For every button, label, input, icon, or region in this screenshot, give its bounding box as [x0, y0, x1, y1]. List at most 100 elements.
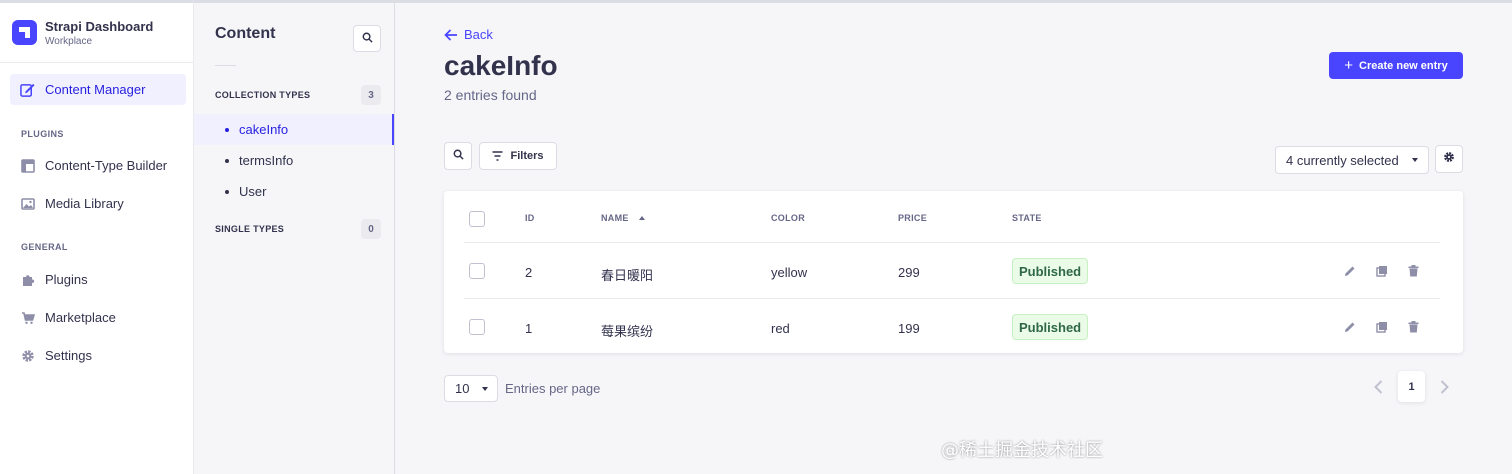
general-section-label: GENERAL: [21, 242, 68, 252]
filters-button[interactable]: Filters: [479, 142, 557, 170]
row-divider: [464, 298, 1440, 299]
chevron-left-icon: [1373, 380, 1382, 394]
subnav-search-button[interactable]: [353, 25, 381, 52]
single-types-count: 0: [361, 219, 381, 239]
page-size-select[interactable]: 10: [444, 375, 498, 402]
select-all-checkbox[interactable]: [469, 211, 485, 227]
nav-item-label: Settings: [45, 348, 92, 363]
subnav-item-termsinfo[interactable]: termsInfo: [194, 145, 394, 176]
page-number-current[interactable]: 1: [1398, 371, 1425, 402]
columns-select[interactable]: 4 currently selected: [1275, 146, 1429, 174]
column-header-color[interactable]: COLOR: [771, 213, 805, 223]
plugins-section-label: PLUGINS: [21, 129, 64, 139]
previous-page-button[interactable]: [1370, 379, 1386, 395]
nav-item-label: Content Manager: [45, 82, 146, 97]
nav-item-marketplace[interactable]: Marketplace: [10, 302, 186, 333]
bullet-icon: [225, 189, 229, 194]
entries-table: ID NAME COLOR PRICE STATE 2 春日暖阳 yellow …: [444, 191, 1463, 353]
entries-count: 2 entries found: [444, 87, 537, 103]
nav-item-content-manager[interactable]: Content Manager: [10, 74, 186, 105]
puzzle-icon: [20, 272, 35, 287]
subnav-divider: [215, 65, 236, 66]
chevron-right-icon: [1440, 380, 1449, 394]
nav-item-settings[interactable]: Settings: [10, 340, 186, 371]
row-checkbox[interactable]: [469, 319, 485, 335]
subnav-item-user[interactable]: User: [194, 176, 394, 207]
nav-item-label: Media Library: [45, 196, 124, 211]
single-types-header[interactable]: SINGLE TYPES 0: [215, 219, 381, 239]
page-size-value: 10: [455, 381, 470, 396]
nav-item-content-type-builder[interactable]: Content-Type Builder: [10, 150, 186, 181]
plus-icon: +: [1344, 57, 1354, 74]
column-header-price[interactable]: PRICE: [898, 213, 927, 223]
row-checkbox[interactable]: [469, 263, 485, 279]
next-page-button[interactable]: [1436, 379, 1452, 395]
cell-price: 299: [898, 265, 920, 280]
brand-subtitle: Workplace: [45, 35, 93, 47]
nav-item-plugins[interactable]: Plugins: [10, 264, 186, 295]
main-navigation: Strapi Dashboard Workplace Content Manag…: [0, 0, 194, 474]
list-settings-button[interactable]: [1435, 145, 1463, 173]
nav-item-label: Plugins: [45, 272, 88, 287]
search-icon: [362, 30, 373, 48]
gear-icon: [20, 348, 35, 363]
cell-name: 春日暖阳: [601, 268, 654, 283]
nav-item-media-library[interactable]: Media Library: [10, 188, 186, 219]
subnav-item-label: User: [239, 184, 267, 199]
arrow-left-icon: [444, 28, 457, 41]
single-types-label: SINGLE TYPES: [215, 224, 285, 234]
subnav-item-label: termsInfo: [239, 153, 294, 168]
cell-color: yellow: [771, 265, 808, 280]
filters-label: Filters: [510, 150, 544, 162]
cell-id: 2: [525, 265, 533, 280]
edit-icon[interactable]: [1343, 264, 1357, 278]
content-subnav: Content COLLECTION TYPES 3 cakeInfo term…: [194, 0, 395, 474]
back-label: Back: [464, 27, 493, 42]
brand-title: Strapi Dashboard: [45, 18, 154, 34]
collection-types-count: 3: [361, 85, 381, 105]
cell-price: 199: [898, 321, 920, 336]
strapi-logo-icon: [12, 20, 37, 45]
back-link[interactable]: Back: [444, 27, 493, 42]
layout-icon: [20, 158, 35, 173]
status-badge: Published: [1012, 258, 1089, 284]
subnav-item-label: cakeInfo: [239, 122, 289, 137]
column-header-id[interactable]: ID: [525, 213, 535, 223]
nav-item-label: Content-Type Builder: [45, 158, 168, 173]
row-divider: [464, 242, 1440, 243]
columns-select-value: 4 currently selected: [1286, 152, 1399, 168]
duplicate-icon[interactable]: [1375, 320, 1389, 334]
page-title: cakeInfo: [444, 50, 558, 81]
pencil-square-icon: [20, 82, 35, 97]
column-header-state[interactable]: STATE: [1012, 213, 1042, 223]
sort-asc-icon: [638, 216, 645, 220]
edit-icon[interactable]: [1343, 320, 1357, 334]
nav-item-label: Marketplace: [45, 310, 116, 325]
caret-down-icon: [1412, 158, 1418, 162]
create-new-entry-button[interactable]: + Create new entry: [1329, 52, 1463, 79]
collection-types-label: COLLECTION TYPES: [215, 90, 311, 100]
cell-color: red: [771, 321, 790, 336]
bullet-icon: [225, 127, 229, 132]
create-button-label: Create new entry: [1359, 59, 1448, 72]
brand-header: Strapi Dashboard Workplace: [0, 3, 193, 63]
caret-down-icon: [482, 387, 488, 391]
duplicate-icon[interactable]: [1375, 264, 1389, 278]
subnav-title: Content: [215, 25, 276, 42]
cell-name: 莓果缤纷: [601, 324, 654, 339]
table-search-button[interactable]: [444, 142, 472, 170]
page-size-label: Entries per page: [505, 381, 601, 396]
cell-id: 1: [525, 321, 533, 336]
gear-icon: [1443, 150, 1455, 168]
status-badge: Published: [1012, 314, 1089, 340]
collection-types-header[interactable]: COLLECTION TYPES 3: [215, 85, 381, 105]
subnav-item-cakeinfo[interactable]: cakeInfo: [194, 114, 394, 145]
main-content: Back cakeInfo 2 entries found + Create n…: [395, 0, 1512, 474]
trash-icon[interactable]: [1406, 320, 1420, 334]
column-header-name[interactable]: NAME: [601, 213, 645, 223]
bullet-icon: [225, 158, 229, 163]
shopping-cart-icon: [20, 310, 35, 325]
trash-icon[interactable]: [1406, 264, 1420, 278]
watermark-text: @稀土掘金技术社区: [941, 440, 1103, 461]
image-icon: [20, 196, 35, 211]
